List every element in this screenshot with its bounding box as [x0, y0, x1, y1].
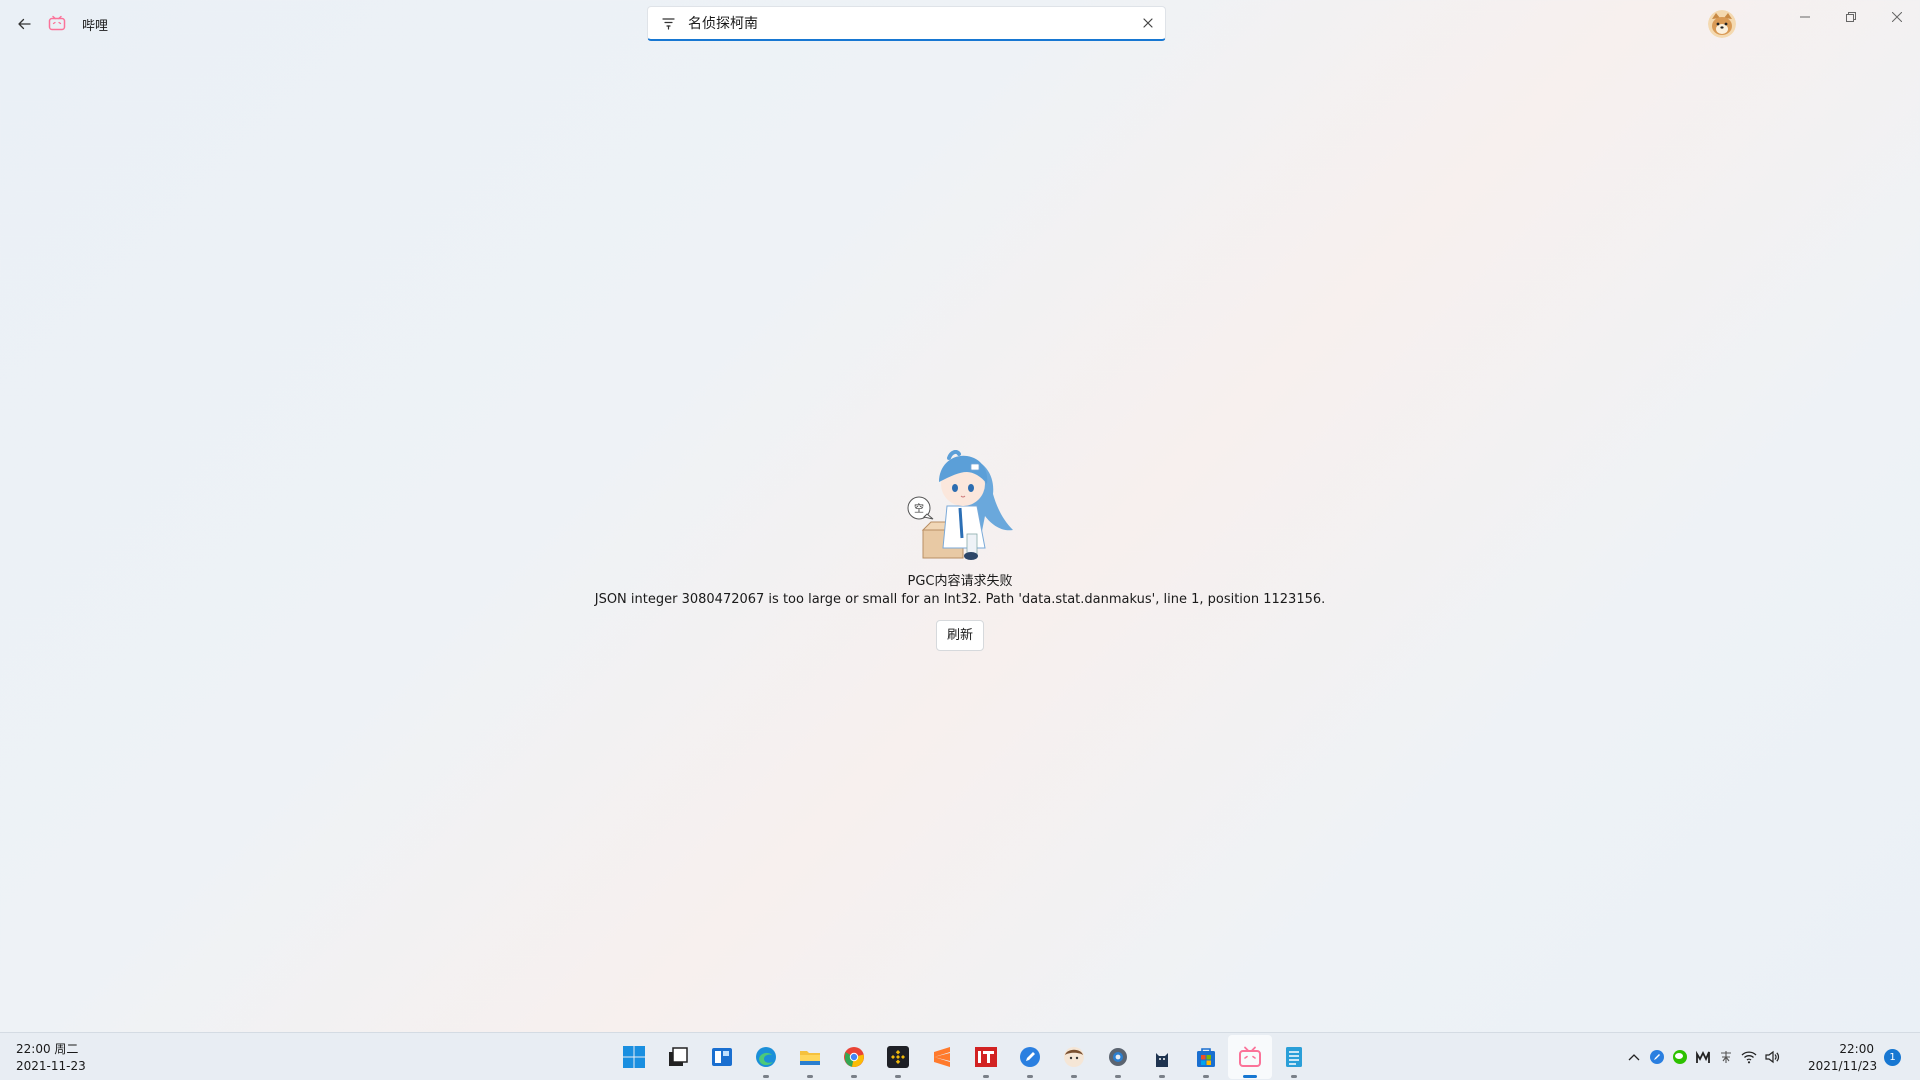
taskbar-store[interactable]	[1184, 1035, 1228, 1079]
store-icon	[1197, 1048, 1215, 1067]
cat-icon	[1156, 1053, 1168, 1067]
folder-icon	[800, 1051, 820, 1065]
minimize-icon	[1800, 16, 1810, 18]
tray-date: 2021/11/23	[1808, 1059, 1878, 1073]
error-panel: 空 PGC内容请求失败 JSON integer 3080472067 is t…	[0, 450, 1920, 651]
title-bar: 哔哩	[0, 0, 1920, 48]
notification-badge[interactable]: 1	[1884, 1049, 1901, 1066]
refresh-button[interactable]: 刷新	[935, 620, 984, 651]
user-avatar[interactable]	[1708, 10, 1736, 38]
mascot-illustration: 空	[907, 450, 1013, 560]
tray-edit-app[interactable]	[1645, 1045, 1668, 1069]
taskbar-edit-app[interactable]	[1008, 1035, 1052, 1079]
taskbar-notepad[interactable]	[1272, 1035, 1316, 1079]
wifi-icon	[1741, 1051, 1756, 1064]
taskbar-start[interactable]	[612, 1035, 656, 1079]
tray-wifi[interactable]	[1737, 1045, 1760, 1069]
tray-time: 22:00	[1839, 1042, 1874, 1056]
taskbar-character-app[interactable]	[1052, 1035, 1096, 1079]
windows-logo-icon	[623, 1046, 645, 1068]
back-button[interactable]	[10, 10, 38, 38]
bilibili-tv-icon	[1239, 1046, 1261, 1067]
error-detail: JSON integer 3080472067 is too large or …	[594, 592, 1326, 607]
taskbar-ithome[interactable]	[964, 1035, 1008, 1079]
pen-icon	[1020, 1047, 1040, 1067]
system-tray	[1622, 1033, 1783, 1080]
mascot-bubble-text: 空	[914, 502, 924, 515]
taskbar-bilibili[interactable]	[1228, 1035, 1272, 1079]
sublime-icon	[934, 1047, 950, 1067]
gear-icon	[1109, 1048, 1127, 1066]
taskbar-sublime[interactable]	[920, 1035, 964, 1079]
filter-icon[interactable]	[648, 7, 688, 40]
input-method-icon	[1720, 1051, 1731, 1063]
taskbar-apps	[612, 1033, 1316, 1080]
app-title: 哔哩	[82, 19, 109, 34]
bilibili-logo-icon	[48, 15, 66, 31]
chrome-icon	[844, 1047, 864, 1067]
binance-icon	[887, 1046, 909, 1068]
search-input[interactable]	[688, 8, 1131, 38]
left-clock-date: 2021-11-23	[16, 1059, 86, 1073]
wechat-icon	[1672, 1050, 1687, 1064]
show-hidden-icons-button[interactable]	[1622, 1045, 1645, 1069]
tray-wechat[interactable]	[1668, 1045, 1691, 1069]
taskbar: 22:00 周二 2021-11-23 22:00 2021/11/23 1	[0, 1032, 1920, 1080]
volume-icon	[1764, 1050, 1779, 1064]
taskbar-binance[interactable]	[876, 1035, 920, 1079]
taskbar-edge[interactable]	[744, 1035, 788, 1079]
close-icon	[1143, 18, 1153, 28]
taskbar-left-clock[interactable]: 22:00 周二 2021-11-23	[16, 1041, 86, 1075]
close-icon	[1892, 12, 1902, 22]
tray-app-m[interactable]	[1691, 1045, 1714, 1069]
tray-input-method[interactable]	[1714, 1045, 1737, 1069]
taskbar-cat-app[interactable]	[1140, 1035, 1184, 1079]
widgets-icon	[712, 1048, 732, 1066]
anime-icon	[1064, 1047, 1084, 1067]
clear-search-button[interactable]	[1131, 7, 1165, 40]
ithome-icon	[975, 1047, 997, 1067]
error-title: PGC内容请求失败	[907, 574, 1013, 589]
restore-button[interactable]	[1828, 4, 1874, 30]
left-clock-time: 22:00 周二	[16, 1042, 79, 1056]
taskbar-settings[interactable]	[1096, 1035, 1140, 1079]
taskbar-file-explorer[interactable]	[788, 1035, 832, 1079]
taskbar-widgets[interactable]	[700, 1035, 744, 1079]
notepad-icon	[1286, 1047, 1302, 1067]
close-window-button[interactable]	[1874, 4, 1920, 30]
chart-icon	[1695, 1050, 1710, 1063]
taskbar-task-view[interactable]	[656, 1035, 700, 1079]
back-arrow-icon	[18, 18, 31, 30]
edge-icon	[756, 1047, 776, 1067]
minimize-button[interactable]	[1782, 4, 1828, 30]
pen-icon	[1649, 1050, 1664, 1064]
chevron-up-icon	[1628, 1054, 1639, 1061]
taskbar-chrome[interactable]	[832, 1035, 876, 1079]
task-view-icon	[669, 1047, 688, 1066]
tray-clock[interactable]: 22:00 2021/11/23	[1808, 1041, 1878, 1075]
restore-icon	[1846, 12, 1856, 22]
search-box[interactable]	[647, 6, 1166, 41]
tray-volume[interactable]	[1760, 1045, 1783, 1069]
